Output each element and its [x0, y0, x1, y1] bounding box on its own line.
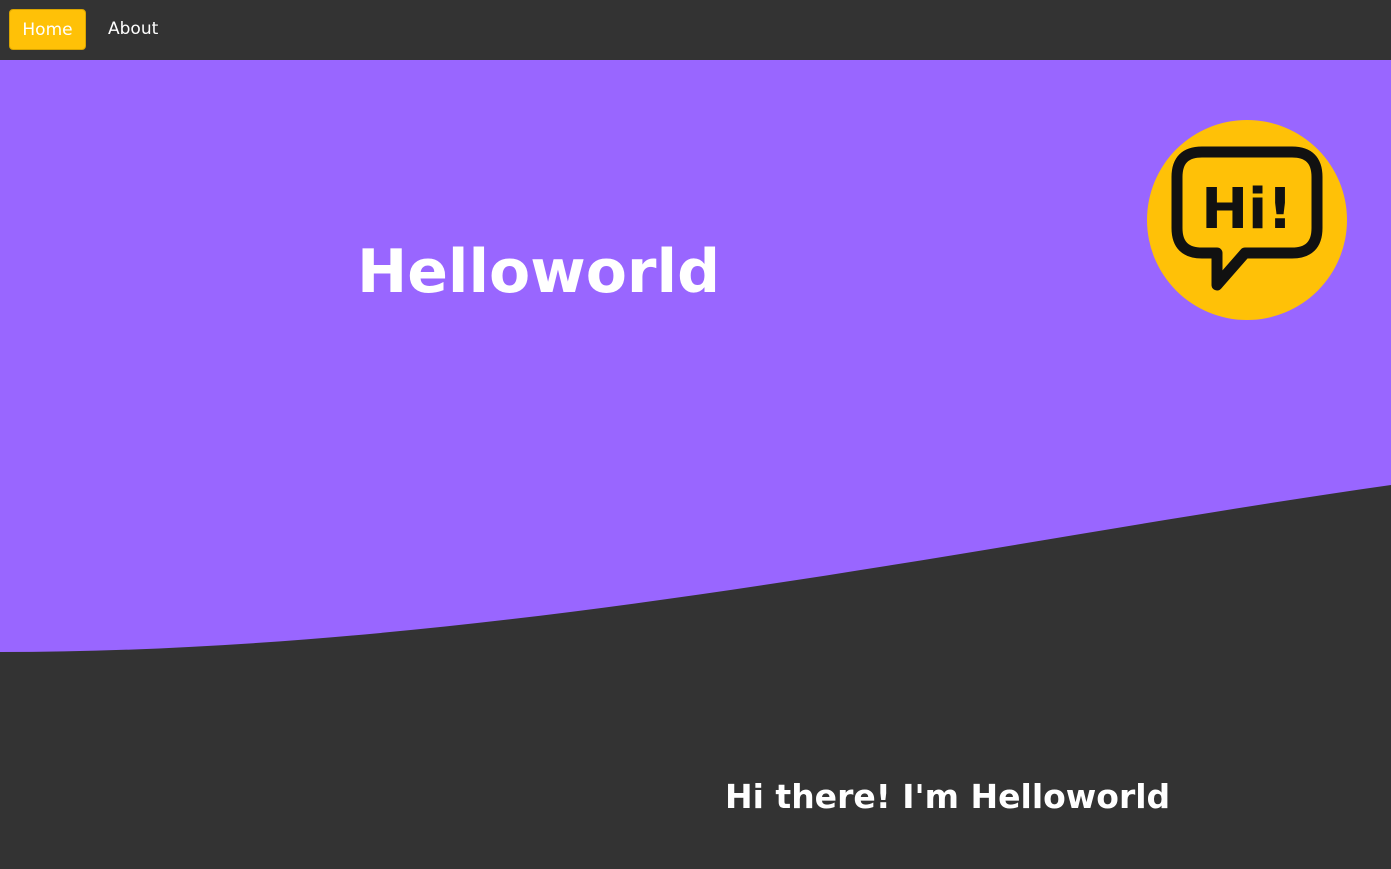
nav-home-link[interactable]: Home: [9, 9, 86, 50]
logo-text: Hi!: [1201, 177, 1293, 242]
intro-tagline: Hi there! I'm Helloworld: [725, 777, 1171, 816]
nav-about-link[interactable]: About: [108, 9, 168, 50]
hero-title: Helloworld: [357, 237, 721, 307]
top-navigation: Home About: [0, 0, 1391, 60]
hi-speech-bubble-icon: Hi!: [1147, 120, 1347, 320]
page: Home About Helloworld Hi! Hi there! I'm …: [0, 0, 1391, 869]
